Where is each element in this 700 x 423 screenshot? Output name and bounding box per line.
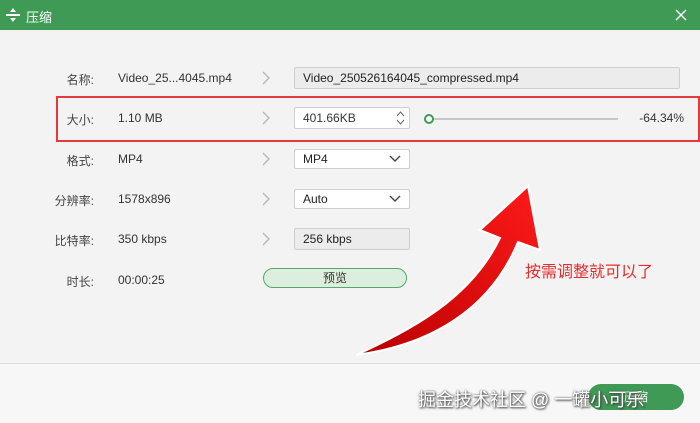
- preview-button[interactable]: 预览: [263, 268, 407, 288]
- close-button[interactable]: [668, 3, 694, 27]
- name-label: 名称:: [66, 73, 94, 87]
- duration-label: 时长:: [66, 275, 94, 289]
- format-select-value: MP4: [303, 152, 328, 166]
- bitrate-label: 比特率:: [54, 234, 94, 248]
- compress-icon: [6, 8, 20, 22]
- format-value: MP4: [118, 152, 143, 166]
- row-resolution: 分辨率: 1578x896 Auto: [0, 187, 700, 213]
- format-select[interactable]: MP4: [294, 149, 410, 169]
- resolution-select[interactable]: Auto: [294, 189, 410, 209]
- chevron-down-icon: [389, 155, 401, 162]
- close-icon: [675, 9, 687, 21]
- row-bitrate: 比特率: 350 kbps 256 kbps: [0, 227, 700, 253]
- chevron-right-icon: [262, 152, 270, 166]
- watermark-text: 掘金技术社区 @ 一罐小可乐: [418, 390, 645, 410]
- highlight-box: [56, 96, 700, 142]
- output-name-text: Video_250526164045_compressed.mp4: [303, 71, 519, 85]
- resolution-label: 分辨率:: [54, 194, 94, 208]
- annotation-text: 按需调整就可以了: [525, 264, 654, 281]
- title-bar: 压缩: [0, 0, 700, 30]
- resolution-value: 1578x896: [118, 192, 171, 206]
- bitrate-value: 350 kbps: [118, 232, 167, 246]
- chevron-right-icon: [262, 232, 270, 246]
- chevron-right-icon: [262, 192, 270, 206]
- row-name: 名称: Video_25...4045.mp4 Video_2505261640…: [0, 66, 700, 92]
- resolution-select-value: Auto: [303, 192, 328, 206]
- settings-panel: 名称: Video_25...4045.mp4 Video_2505261640…: [0, 30, 700, 363]
- format-label: 格式:: [66, 154, 94, 168]
- chevron-down-icon: [389, 195, 401, 202]
- window-title: 压缩: [26, 10, 53, 25]
- bitrate-field[interactable]: 256 kbps: [294, 228, 410, 250]
- duration-value: 00:00:25: [118, 273, 165, 287]
- chevron-right-icon: [262, 71, 270, 85]
- bitrate-field-text: 256 kbps: [303, 232, 352, 246]
- name-value: Video_25...4045.mp4: [118, 71, 232, 85]
- output-name-field[interactable]: Video_250526164045_compressed.mp4: [294, 67, 680, 89]
- row-format: 格式: MP4 MP4: [0, 147, 700, 173]
